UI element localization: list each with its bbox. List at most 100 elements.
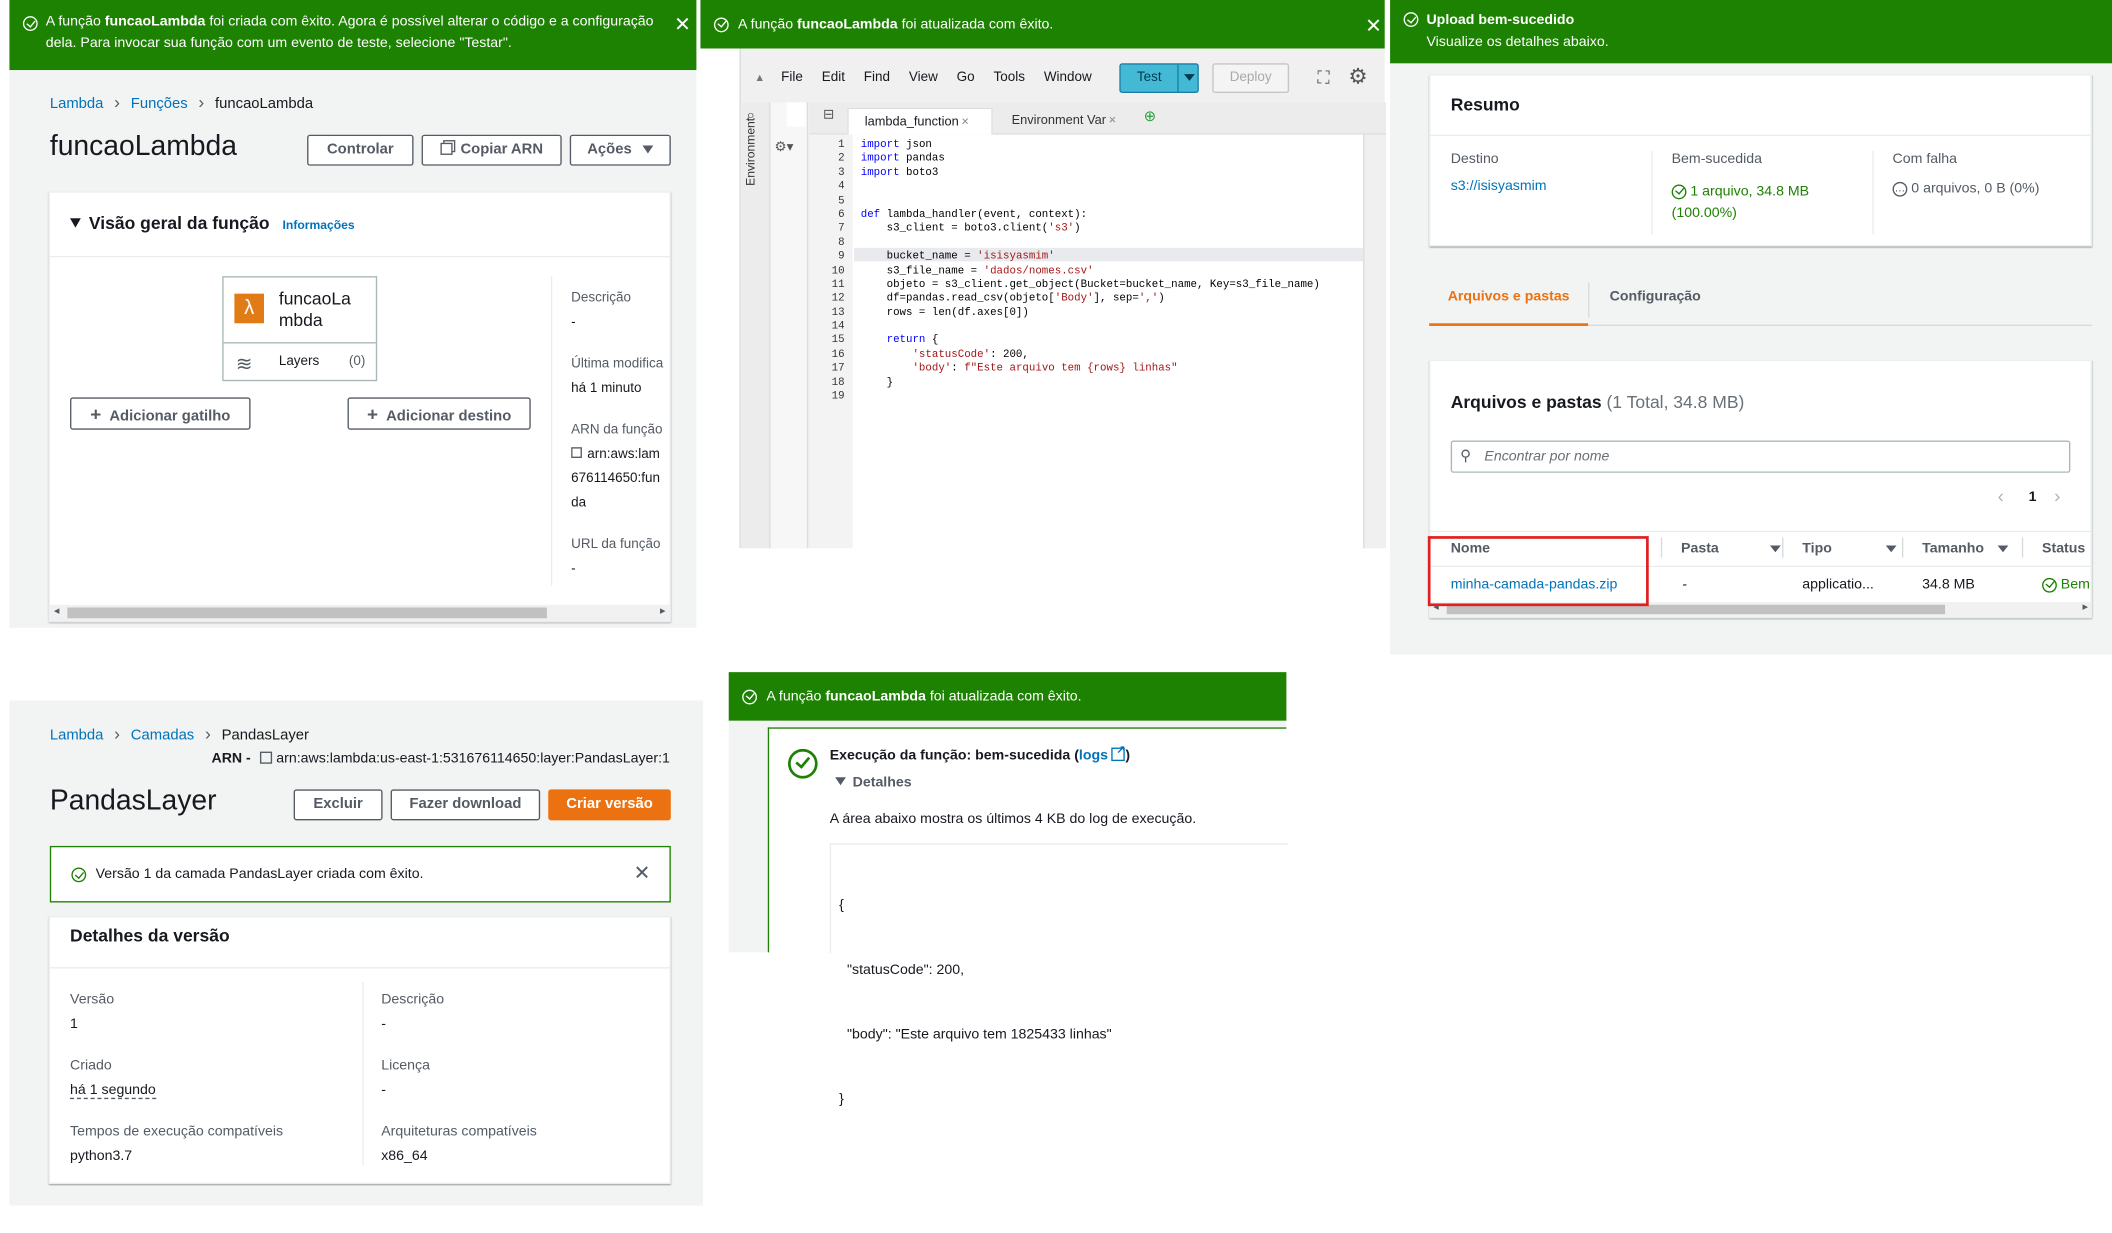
code-text: def lambda_handler(event, context):: [860, 208, 1088, 221]
external-link-icon[interactable]: ↗: [1111, 744, 1126, 762]
code-line: 6 def lambda_handler(event, context):: [810, 209, 1364, 223]
menu-go[interactable]: Go: [957, 70, 975, 85]
success-icon: [22, 16, 38, 31]
scroll-right-icon[interactable]: ▸: [2082, 601, 2087, 613]
code-area: 1 import json 2 import pandas 3 import boto3 4…: [810, 139, 1364, 405]
created-label: Criado: [70, 1057, 112, 1074]
horizontal-scrollbar[interactable]: ◂ ▸: [49, 604, 670, 621]
execution-result: Execução da função: bem-sucedida (logs ↗…: [767, 727, 1288, 1107]
scroll-left-icon[interactable]: ◂: [54, 605, 59, 617]
license-label: Licença: [381, 1057, 430, 1074]
page-number[interactable]: 1: [2029, 489, 2037, 505]
caret-down-icon: [70, 218, 81, 228]
files-title: Arquivos e pastas (1 Total, 34.8 MB): [1451, 392, 1745, 412]
tab-label: lambda_function: [864, 114, 959, 130]
runtimes-value: python3.7: [70, 1147, 133, 1164]
editor-scrollbar[interactable]: [1363, 134, 1387, 549]
scroll-thumb[interactable]: [1446, 604, 1946, 615]
tab-environment-var[interactable]: Environment Var ×: [1012, 113, 1117, 128]
code-editor[interactable]: 1 import json 2 import pandas 3 import boto3 4…: [809, 134, 1364, 549]
create-version-button[interactable]: Criar versão: [548, 789, 671, 821]
logs-link[interactable]: logs: [1079, 748, 1108, 764]
add-tab-icon[interactable]: ⊕: [1144, 108, 1156, 125]
test-button[interactable]: Test: [1119, 63, 1199, 93]
download-button[interactable]: Fazer download: [390, 789, 541, 821]
actions-button[interactable]: Ações: [569, 134, 671, 166]
function-node[interactable]: λ funcaoLa mbda ≋ Layers (0): [222, 276, 378, 382]
close-icon[interactable]: ✕: [634, 861, 651, 885]
code-line: 19: [810, 391, 1364, 405]
deploy-button[interactable]: Deploy: [1212, 63, 1290, 93]
close-icon[interactable]: ✕: [1365, 12, 1382, 42]
scroll-right-icon[interactable]: ▸: [660, 605, 665, 617]
overview-header[interactable]: Visão geral da função Informações: [70, 213, 355, 233]
copy-arn-button[interactable]: Copiar ARN: [421, 134, 562, 166]
details-toggle[interactable]: Detalhes: [835, 775, 912, 791]
menu-find[interactable]: Find: [864, 70, 890, 85]
code-line: 3 import boto3: [810, 167, 1364, 181]
tab-lambda-function[interactable]: lambda_function ×: [847, 107, 993, 135]
add-destination-button[interactable]: + Adicionar destino: [347, 397, 531, 430]
menu-tools[interactable]: Tools: [994, 70, 1025, 85]
close-tab-icon[interactable]: ×: [961, 114, 968, 129]
failed-label: Com falha: [1892, 150, 1958, 168]
log-line: {: [839, 897, 844, 914]
layer-arn: ARN - arn:aws:lambda:us-east-1:531676114…: [211, 750, 669, 766]
code-line: 1 import json: [810, 139, 1364, 153]
collapse-icon[interactable]: ⊟: [823, 108, 834, 123]
col-folder[interactable]: Pasta: [1681, 540, 1781, 556]
copy-icon[interactable]: [571, 447, 582, 458]
breadcrumb-lambda[interactable]: Lambda: [50, 727, 104, 743]
col-size[interactable]: Tamanho: [1922, 540, 2009, 556]
destination-link[interactable]: s3://isisyasmim: [1451, 178, 1547, 194]
success-icon: [2042, 577, 2057, 593]
search-input[interactable]: ⚲ Encontrar por nome: [1450, 440, 2071, 473]
arn-value: arn:aws:lambda:us-east-1:531676114650:la…: [276, 750, 670, 767]
architectures-value: x86_64: [381, 1147, 428, 1164]
control-button[interactable]: Controlar: [307, 134, 414, 166]
col-status[interactable]: Status: [2042, 540, 2085, 556]
col-type[interactable]: Tipo: [1802, 540, 1897, 556]
gear-icon[interactable]: ⚙: [1348, 63, 1367, 90]
function-overview-panel: Visão geral da função Informações λ func…: [48, 191, 671, 623]
environment-tab[interactable]: Environment: [744, 118, 757, 186]
prev-page-icon[interactable]: ‹: [1998, 485, 2004, 507]
breadcrumb-functions[interactable]: Funções: [131, 96, 188, 112]
fullscreen-icon[interactable]: ⛶: [1317, 67, 1329, 89]
line-number: 11: [831, 278, 845, 291]
close-icon[interactable]: ✕: [674, 11, 691, 41]
license-value: -: [381, 1081, 386, 1098]
menu-collapse-icon[interactable]: ▲: [754, 71, 765, 83]
menu-file[interactable]: File: [781, 70, 803, 85]
close-tab-icon[interactable]: ×: [1109, 113, 1116, 128]
summary-title: Resumo: [1450, 94, 1520, 115]
breadcrumb-lambda[interactable]: Lambda: [50, 96, 104, 112]
line-number: 16: [831, 348, 845, 361]
tab-label: Environment Var: [1011, 113, 1106, 128]
scroll-thumb[interactable]: [67, 607, 547, 619]
caret-down-icon[interactable]: [1184, 74, 1195, 81]
info-link[interactable]: Informações: [283, 218, 355, 231]
settings-icon[interactable]: ⚙▾: [775, 140, 794, 155]
tab-configuration[interactable]: Configuração: [1610, 288, 1701, 304]
menu-view[interactable]: View: [909, 70, 938, 85]
add-trigger-button[interactable]: + Adicionar gatilho: [70, 397, 251, 430]
delete-button[interactable]: Excluir: [293, 789, 383, 821]
breadcrumb: Lambda › Funções › funcaoLambda: [50, 92, 313, 112]
row-type: applicatio...: [1802, 576, 1874, 593]
chevron-right-icon: ›: [198, 91, 205, 112]
menu-window[interactable]: Window: [1044, 70, 1092, 85]
copy-icon[interactable]: [260, 751, 273, 764]
code-line: 13 rows = len(df.axes[0]): [810, 307, 1364, 321]
editor-tabs: ⊟ lambda_function × Environment Var × ⊕: [809, 102, 1387, 135]
breadcrumb-layers[interactable]: Camadas: [131, 727, 194, 743]
code-text: }: [860, 376, 894, 389]
function-arn-value[interactable]: arn:aws:lam: [571, 443, 671, 467]
tab-files-and-folders[interactable]: Arquivos e pastas: [1429, 277, 1589, 326]
menu-edit[interactable]: Edit: [822, 70, 845, 85]
breadcrumb: Lambda › Camadas › PandasLayer: [50, 723, 309, 743]
next-page-icon[interactable]: ›: [2054, 485, 2060, 507]
function-url-value: -: [571, 561, 576, 577]
created-value-text: há 1 segundo: [70, 1081, 156, 1100]
created-value: há 1 segundo: [70, 1078, 353, 1102]
